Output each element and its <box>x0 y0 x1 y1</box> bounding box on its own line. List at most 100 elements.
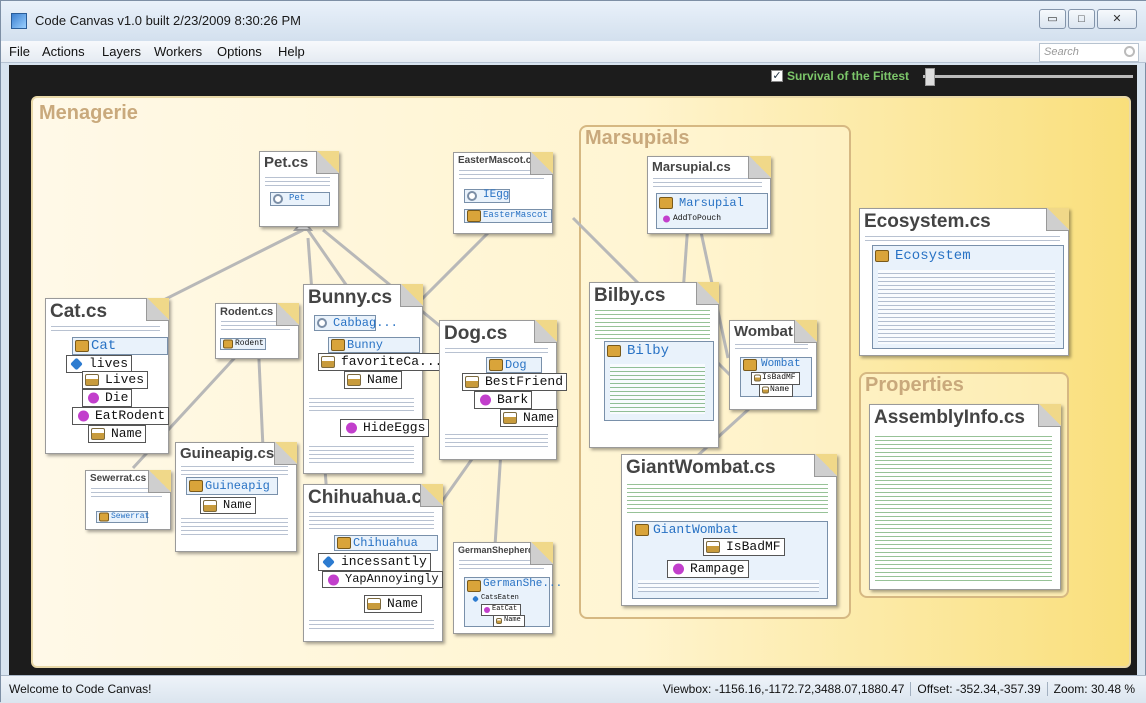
member-favoritecabbage[interactable]: favoriteCa... <box>318 353 447 372</box>
file-title: Rodent.cs <box>220 306 274 318</box>
code-preview <box>221 318 290 330</box>
type-marsupial[interactable]: Marsupial AddToPouch <box>656 193 768 229</box>
class-icon <box>875 250 889 262</box>
file-bilby[interactable]: Bilby.cs Bilby <box>589 282 719 448</box>
member-die[interactable]: Die <box>82 389 133 408</box>
code-preview <box>735 341 808 351</box>
menu-options[interactable]: Options <box>217 44 262 59</box>
file-sewerrat[interactable]: Sewerrat.cs Sewerrat <box>85 470 171 530</box>
method-icon <box>663 215 670 223</box>
menu-layers[interactable]: Layers <box>102 44 141 59</box>
group-menagerie[interactable]: Menagerie Marsupials Properties Pet.cs P… <box>31 96 1131 668</box>
file-chihuahua[interactable]: Chihuahua.cs Chihuahua incessantly YapAn… <box>303 484 443 642</box>
type-germanshepherd[interactable]: GermanShe... CatsEaten EatCat Name <box>464 577 562 627</box>
close-button[interactable]: ✕ <box>1097 9 1137 29</box>
file-title: GiantWombat.cs <box>626 457 776 478</box>
menu-help[interactable]: Help <box>278 44 305 59</box>
member-name[interactable]: Name <box>88 425 147 444</box>
member-eatrodent[interactable]: EatRodent <box>72 407 170 426</box>
code-canvas[interactable]: ✓ Survival of the Fittest Menagerie Mars… <box>9 65 1137 675</box>
file-marsupial[interactable]: Marsupial.cs Marsupial AddToPouch <box>647 156 771 234</box>
member-rampage[interactable]: Rampage <box>667 560 749 579</box>
file-eastermascot[interactable]: EasterMascot.cs IEgg EasterMascot <box>453 152 553 234</box>
code-preview <box>181 515 288 537</box>
class-icon <box>189 480 203 492</box>
file-dog[interactable]: Dog.cs Dog BestFriend Bark Name <box>439 320 568 460</box>
status-message: Welcome to Code Canvas! <box>9 682 152 696</box>
file-title: Ecosystem.cs <box>864 211 991 232</box>
type-ecosystem[interactable]: Ecosystem <box>872 245 1064 349</box>
file-bunny[interactable]: Bunny.cs Cabbag... Bunny favoriteCa... N… <box>303 284 447 474</box>
zoom-slider-thumb[interactable] <box>925 68 935 86</box>
maximize-button[interactable]: □ <box>1068 9 1095 29</box>
member-isbadmf[interactable]: IsBadMF <box>703 538 785 557</box>
member-name[interactable]: Name <box>200 497 256 515</box>
search-input[interactable]: Search <box>1039 43 1139 62</box>
file-guineapig[interactable]: Guineapig.cs Guineapig Name <box>175 442 297 552</box>
file-assemblyinfo[interactable]: AssemblyInfo.cs <box>869 404 1061 590</box>
type-name: Sewerrat <box>111 512 150 521</box>
type-iegg[interactable]: IEgg <box>464 189 510 203</box>
type-name: Dog <box>505 358 527 372</box>
search-placeholder: Search <box>1044 46 1079 58</box>
type-dog[interactable]: Dog <box>486 357 542 373</box>
file-title: Bunny.cs <box>308 287 393 308</box>
type-guineapig[interactable]: Guineapig <box>186 477 278 495</box>
type-eastermascot[interactable]: EasterMascot <box>464 209 552 223</box>
field-icon <box>322 555 335 569</box>
type-sewerrat[interactable]: Sewerrat <box>96 511 150 523</box>
member-catseaten[interactable]: CatsEaten <box>471 594 522 604</box>
property-icon <box>465 376 479 389</box>
status-zoom: Zoom: 30.48 % <box>1053 682 1135 696</box>
type-cat[interactable]: Cat <box>72 337 168 355</box>
member-bestfriend[interactable]: BestFriend <box>462 373 568 392</box>
type-bilby[interactable]: Bilby <box>604 341 714 421</box>
member-eatcat[interactable]: EatCat <box>481 604 522 616</box>
type-name: EasterMascot <box>483 210 548 220</box>
file-title: Guineapig.cs <box>180 445 275 462</box>
file-germanshepherd[interactable]: GermanShepherd.cs GermanShe... CatsEaten… <box>453 542 562 634</box>
file-rodent[interactable]: Rodent.cs Rodent <box>215 303 299 359</box>
type-chihuahua[interactable]: Chihuahua <box>334 535 438 551</box>
member-lives-property[interactable]: Lives <box>82 371 149 390</box>
code-preview <box>459 557 544 571</box>
survival-checkbox[interactable]: ✓ <box>770 70 783 82</box>
file-giantwombat[interactable]: GiantWombat.cs GiantWombat IsBadMF Rampa… <box>621 454 837 606</box>
member-addtopouch[interactable]: AddToPouch <box>661 214 724 225</box>
member-bark[interactable]: Bark <box>474 391 533 410</box>
zoom-slider-track[interactable] <box>923 75 1133 78</box>
member-name[interactable]: Name <box>759 384 794 397</box>
code-preview <box>51 323 160 333</box>
member-hideeggs[interactable]: HideEggs <box>340 419 430 438</box>
member-isbadmf[interactable]: IsBadMF <box>751 372 800 385</box>
file-title: Sewerrat.cs <box>90 473 147 484</box>
code-preview <box>459 167 544 181</box>
member-incessantly[interactable]: incessantly <box>318 553 431 572</box>
search-icon[interactable] <box>1124 46 1135 57</box>
member-name[interactable]: Name <box>493 615 525 627</box>
member-name[interactable]: Name <box>344 371 403 390</box>
type-name: GiantWombat <box>653 522 739 537</box>
type-wombat[interactable]: Wombat IsBadMF Name <box>740 357 812 397</box>
interface-icon <box>273 194 283 204</box>
menu-actions[interactable]: Actions <box>42 44 85 59</box>
file-pet[interactable]: Pet.cs Pet <box>259 151 339 227</box>
status-separator <box>1046 682 1048 696</box>
type-rodent[interactable]: Rodent <box>220 338 266 350</box>
type-pet[interactable]: Pet <box>270 192 330 206</box>
type-giantwombat[interactable]: GiantWombat IsBadMF Rampage <box>632 521 828 599</box>
menu-workers[interactable]: Workers <box>154 44 202 59</box>
file-ecosystem[interactable]: Ecosystem.cs Ecosystem <box>859 208 1069 356</box>
member-name[interactable]: Name <box>500 409 559 428</box>
file-wombat[interactable]: Wombat.cs Wombat IsBadMF Name <box>729 320 817 410</box>
file-cat[interactable]: Cat.cs Cat lives Lives Die EatRodent Nam… <box>45 298 170 454</box>
menu-file[interactable]: File <box>9 44 30 59</box>
file-title: GermanShepherd.cs <box>458 545 547 555</box>
property-icon <box>91 428 105 441</box>
survival-toggle[interactable]: ✓ Survival of the Fittest <box>770 69 909 83</box>
type-cabbage[interactable]: Cabbag... <box>314 315 398 331</box>
minimize-button[interactable]: ▭ <box>1039 9 1066 29</box>
member-name[interactable]: Name <box>364 595 423 614</box>
type-bunny[interactable]: Bunny <box>328 337 420 353</box>
member-yapannoyingly[interactable]: YapAnnoyingly <box>322 571 443 589</box>
